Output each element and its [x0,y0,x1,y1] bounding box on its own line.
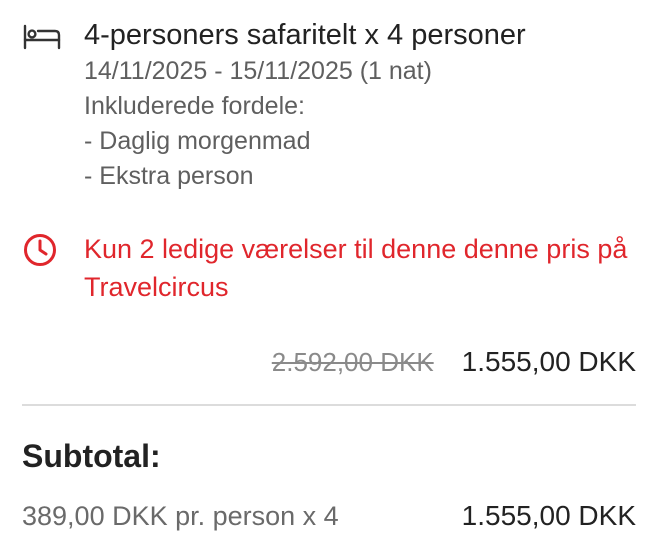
room-summary: 4-personers safaritelt x 4 personer 14/1… [22,16,636,194]
bed-icon [22,22,62,52]
subtotal-row: 389,00 DKK pr. person x 4 1.555,00 DKK [22,500,636,532]
price-row: 2.592,00 DKK 1.555,00 DKK [272,346,636,378]
benefit-item: - Ekstra person [84,162,254,190]
original-price: 2.592,00 DKK [271,347,434,377]
discounted-price: 1.555,00 DKK [461,346,636,377]
room-title: 4-personers safaritelt x 4 personer [84,19,526,51]
benefit-item: - Daglig morgenmad [84,127,311,155]
included-benefits-heading: Inkluderede fordele: [84,92,305,120]
divider [22,404,636,406]
availability-text: Kun 2 ledige værelser til denne denne pr… [84,234,628,302]
availability-notice: Kun 2 ledige værelser til denne denne pr… [22,230,636,306]
subtotal-value: 1.555,00 DKK [461,500,636,531]
subtotal-label: Subtotal: [22,438,161,474]
per-person-price: 389,00 DKK pr. person x 4 [22,501,339,531]
stay-dates: 14/11/2025 - 15/11/2025 (1 nat) [84,57,432,85]
room-details: 4-personers safaritelt x 4 personer 14/1… [84,16,526,194]
clock-icon [22,232,58,268]
